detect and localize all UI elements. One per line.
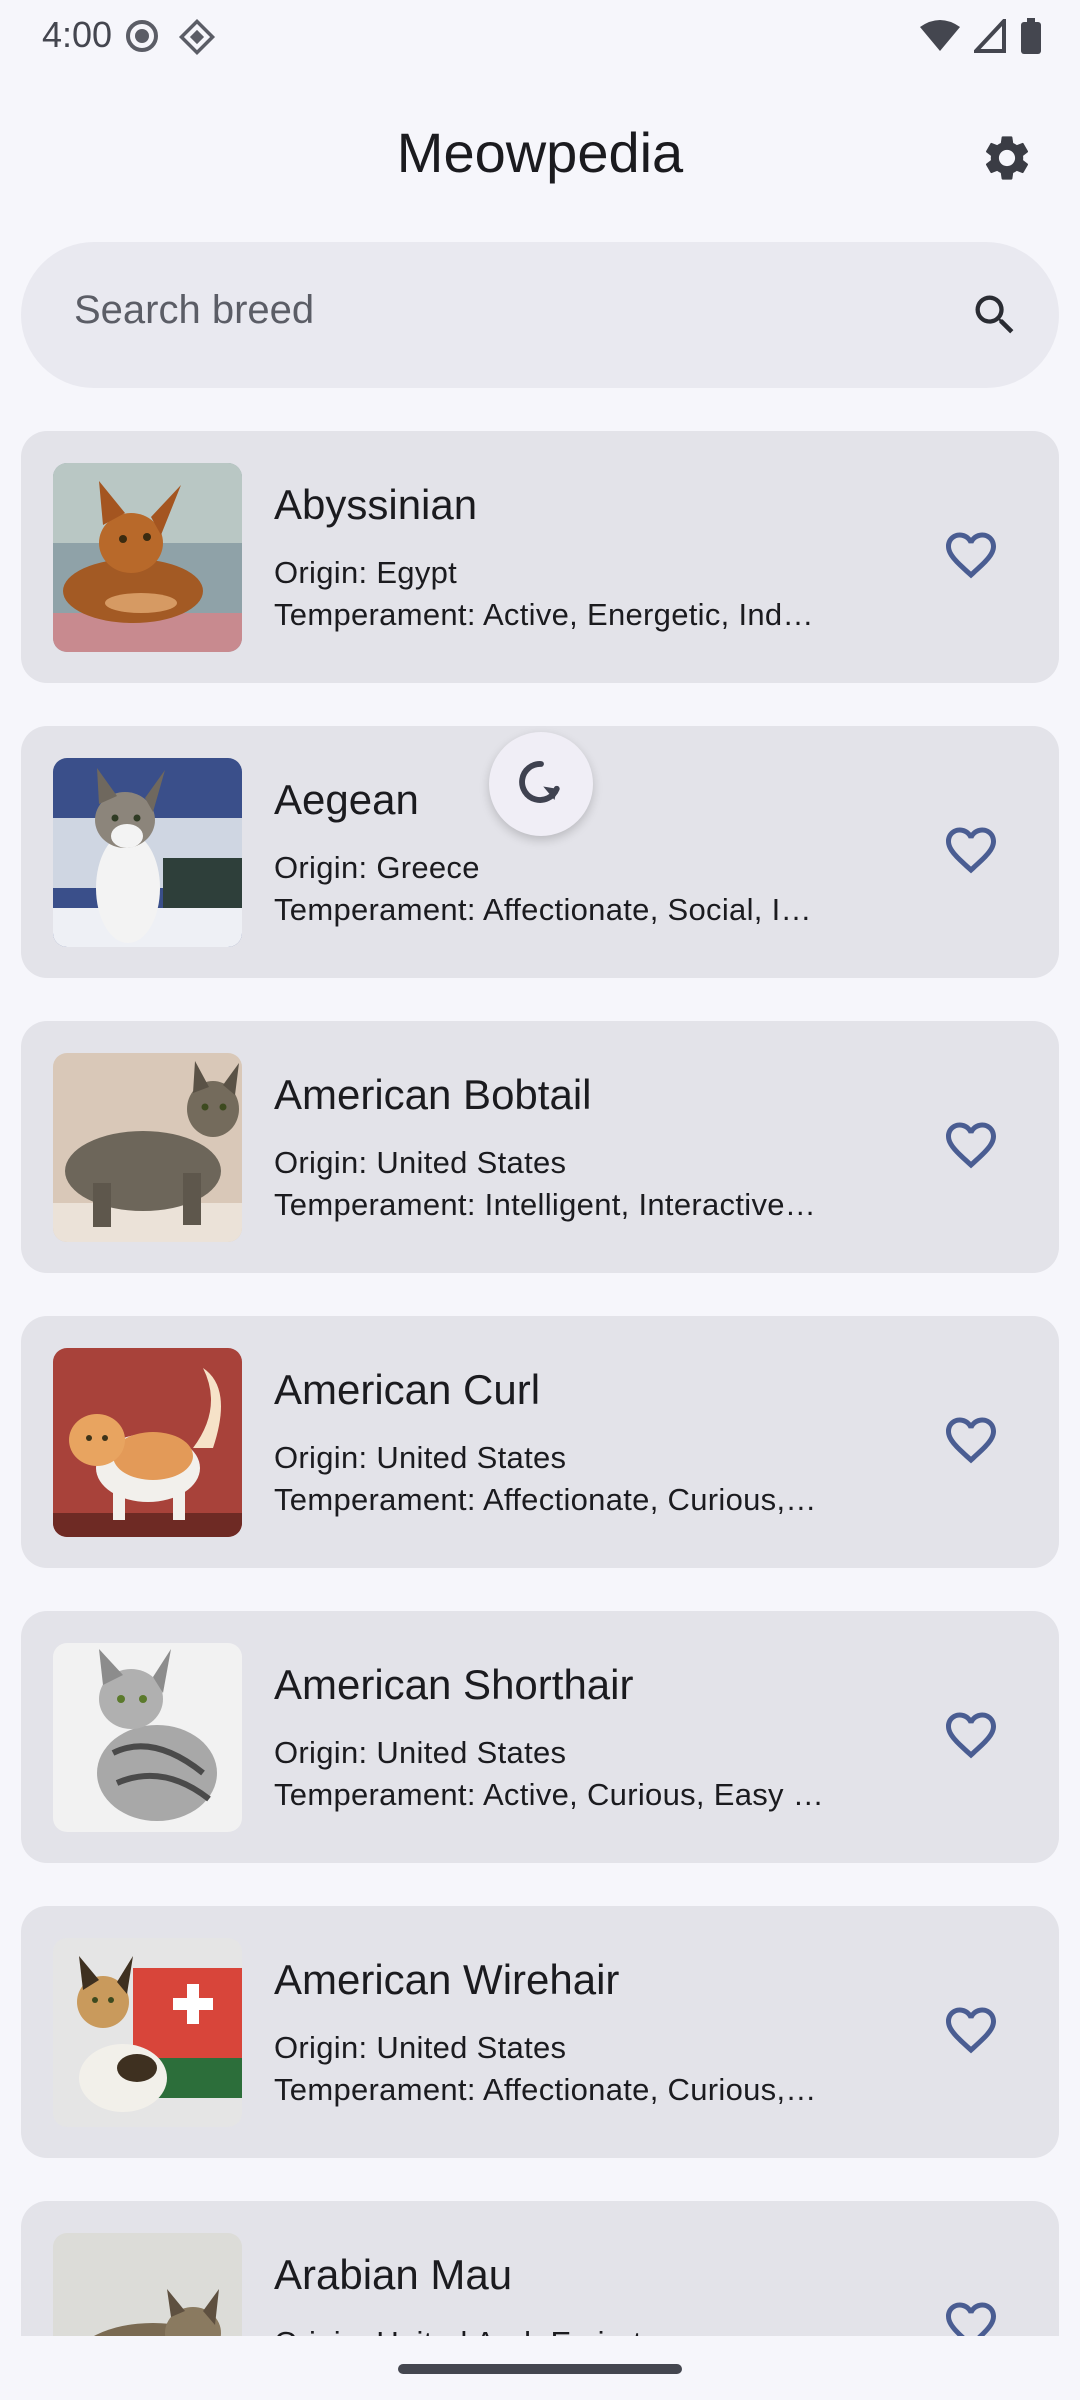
breed-origin: Origin: United States [274, 2030, 567, 2065]
breed-card[interactable]: Abyssinian Origin: Egypt Temperament: Ac… [21, 431, 1059, 683]
gesture-nav-handle[interactable] [398, 2364, 682, 2374]
breed-origin: Origin: United States [274, 1145, 567, 1180]
search-icon[interactable] [967, 287, 1023, 343]
favorite-button[interactable] [939, 2000, 1003, 2064]
heart-outline-icon [941, 820, 1001, 885]
breed-temperament: Temperament: Affectionate, Social, I… [274, 892, 812, 927]
heart-outline-icon [941, 1705, 1001, 1770]
battery-icon [1020, 18, 1042, 59]
breed-image [53, 2233, 242, 2336]
favorite-button[interactable] [939, 1705, 1003, 1769]
breed-temperament: Temperament: Active, Curious, Easy … [274, 1777, 825, 1812]
settings-button[interactable] [975, 128, 1039, 192]
breed-card[interactable]: American Curl Origin: United States Temp… [21, 1316, 1059, 1568]
breed-name: Abyssinian [274, 481, 478, 528]
favorite-button[interactable] [939, 525, 1003, 589]
breed-name: American Bobtail [274, 1071, 592, 1118]
breed-image [53, 1938, 242, 2127]
heart-outline-icon [941, 1115, 1001, 1180]
breed-temperament: Temperament: Affectionate, Curious,… [274, 1482, 817, 1517]
breed-image [53, 1053, 242, 1242]
breed-name: Aegean [274, 776, 419, 823]
breed-image [53, 1348, 242, 1537]
favorite-button[interactable] [939, 820, 1003, 884]
breed-temperament: Temperament: Affectionate, Curious,… [274, 2072, 817, 2107]
heart-outline-icon [941, 525, 1001, 590]
breed-image [53, 463, 242, 652]
breed-origin: Origin: United Arab Emirates [274, 2325, 675, 2336]
breed-card[interactable]: Arabian Mau Origin: United Arab Emirates [21, 2201, 1059, 2336]
breed-temperament: Temperament: Intelligent, Interactive… [274, 1187, 817, 1222]
favorite-button[interactable] [939, 2295, 1003, 2336]
gear-icon [980, 131, 1034, 190]
breed-origin: Origin: United States [274, 1440, 567, 1475]
refresh-icon [514, 755, 568, 814]
favorite-button[interactable] [939, 1115, 1003, 1179]
breed-temperament: Temperament: Active, Energetic, Ind… [274, 597, 814, 632]
breed-card[interactable]: American Wirehair Origin: United States … [21, 1906, 1059, 2158]
breed-name: Arabian Mau [274, 2251, 513, 2298]
heart-outline-icon [941, 2000, 1001, 2065]
search-bar[interactable]: Search breed [21, 242, 1059, 388]
search-input[interactable]: Search breed [74, 288, 314, 333]
breed-list[interactable]: Abyssinian Origin: Egypt Temperament: Ac… [21, 431, 1059, 2336]
breed-card[interactable]: American Bobtail Origin: United States T… [21, 1021, 1059, 1273]
signal-icon [971, 15, 1006, 58]
status-time: 4:00 [42, 14, 113, 55]
breed-origin: Origin: Egypt [274, 555, 458, 590]
breed-name: American Shorthair [274, 1661, 634, 1708]
app-title: Meowpedia [396, 121, 684, 184]
wifi-icon [920, 19, 960, 58]
breed-name: American Curl [274, 1366, 541, 1413]
breed-image [53, 1643, 242, 1832]
breed-name: American Wirehair [274, 1956, 620, 2003]
heart-outline-icon [941, 2295, 1001, 2336]
breed-origin: Origin: Greece [274, 850, 480, 885]
status-bar: 4:00 [0, 0, 1080, 80]
breed-card[interactable]: American Shorthair Origin: United States… [21, 1611, 1059, 1863]
breed-image [53, 758, 242, 947]
location-diamond-icon [178, 18, 216, 61]
heart-outline-icon [941, 1410, 1001, 1475]
media-record-icon [124, 18, 160, 61]
breed-origin: Origin: United States [274, 1735, 567, 1770]
favorite-button[interactable] [939, 1410, 1003, 1474]
pull-to-refresh-indicator [489, 732, 593, 836]
